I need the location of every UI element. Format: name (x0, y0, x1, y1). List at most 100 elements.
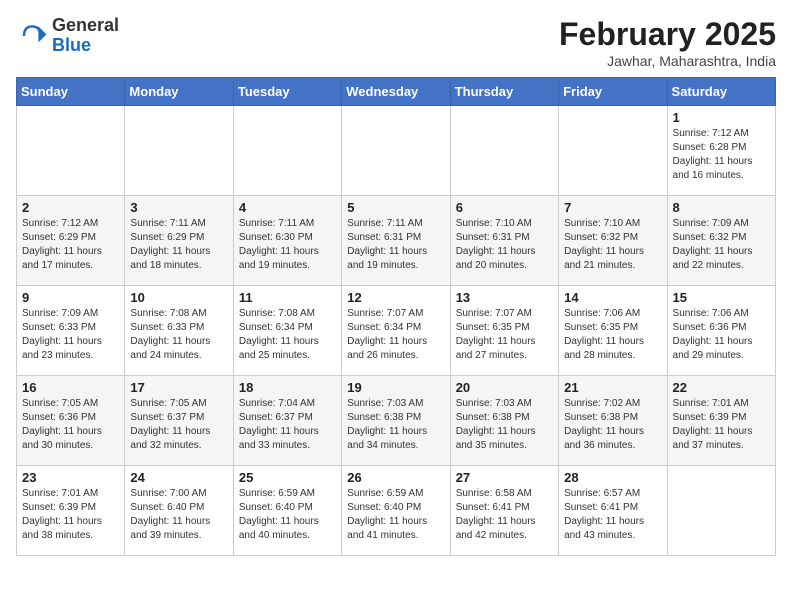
day-number: 4 (239, 200, 336, 215)
day-number: 28 (564, 470, 661, 485)
calendar-week-row: 9 Sunrise: 7:09 AM Sunset: 6:33 PM Daylig… (17, 286, 776, 376)
day-info: Sunrise: 7:11 AM Sunset: 6:31 PM Dayligh… (347, 217, 444, 273)
calendar-cell: 27Sunrise: 6:58 AM Sunset: 6:41 PM Dayli… (450, 466, 558, 556)
logo-blue-text: Blue (52, 35, 91, 55)
day-info: Sunrise: 7:00 AM Sunset: 6:40 PM Dayligh… (130, 487, 227, 543)
day-info: Sunrise: 7:01 AM Sunset: 6:39 PM Dayligh… (22, 487, 119, 543)
day-info: Sunrise: 7:10 AM Sunset: 6:31 PM Dayligh… (456, 217, 553, 273)
calendar-cell: 19 Sunrise: 7:03 AM Sunset: 6:38 PM Dayli… (342, 376, 450, 466)
location-subtitle: Jawhar, Maharashtra, India (559, 53, 776, 69)
calendar-table: SundayMondayTuesdayWednesdayThursdayFrid… (16, 77, 776, 556)
calendar-cell (667, 466, 775, 556)
day-number: 1 (673, 110, 770, 125)
day-header-saturday: Saturday (667, 78, 775, 106)
day-number: 21 (564, 380, 661, 395)
calendar-cell: 12 Sunrise: 7:07 AM Sunset: 6:34 PM Dayli… (342, 286, 450, 376)
day-number: 15 (673, 290, 770, 305)
day-info: Sunrise: 7:04 AM Sunset: 6:37 PM Dayligh… (239, 397, 336, 453)
day-number: 26 (347, 470, 444, 485)
day-number: 9 (22, 290, 119, 305)
day-info: Sunrise: 7:09 AM Sunset: 6:33 PM Dayligh… (22, 307, 119, 363)
calendar-cell: 11Sunrise: 7:08 AM Sunset: 6:34 PM Dayli… (233, 286, 341, 376)
calendar-cell (559, 106, 667, 196)
calendar-cell: 20 Sunrise: 7:03 AM Sunset: 6:38 PM Dayli… (450, 376, 558, 466)
day-info: Sunrise: 6:59 AM Sunset: 6:40 PM Dayligh… (239, 487, 336, 543)
day-info: Sunrise: 7:10 AM Sunset: 6:32 PM Dayligh… (564, 217, 661, 273)
day-info: Sunrise: 7:09 AM Sunset: 6:32 PM Dayligh… (673, 217, 770, 273)
calendar-cell: 3 Sunrise: 7:11 AM Sunset: 6:29 PM Daylig… (125, 196, 233, 286)
day-number: 17 (130, 380, 227, 395)
day-info: Sunrise: 7:06 AM Sunset: 6:36 PM Dayligh… (673, 307, 770, 363)
calendar-cell (125, 106, 233, 196)
calendar-cell: 22 Sunrise: 7:01 AM Sunset: 6:39 PM Dayli… (667, 376, 775, 466)
day-info: Sunrise: 7:08 AM Sunset: 6:33 PM Dayligh… (130, 307, 227, 363)
logo: General Blue (16, 16, 119, 56)
calendar-cell: 2 Sunrise: 7:12 AM Sunset: 6:29 PM Daylig… (17, 196, 125, 286)
day-number: 8 (673, 200, 770, 215)
calendar-cell: 13Sunrise: 7:07 AM Sunset: 6:35 PM Dayli… (450, 286, 558, 376)
day-number: 18 (239, 380, 336, 395)
page-header: General Blue February 2025 Jawhar, Mahar… (16, 16, 776, 69)
day-info: Sunrise: 7:05 AM Sunset: 6:37 PM Dayligh… (130, 397, 227, 453)
calendar-cell: 25 Sunrise: 6:59 AM Sunset: 6:40 PM Dayli… (233, 466, 341, 556)
calendar-week-row: 1 Sunrise: 7:12 AM Sunset: 6:28 PM Daylig… (17, 106, 776, 196)
day-header-friday: Friday (559, 78, 667, 106)
day-info: Sunrise: 7:12 AM Sunset: 6:28 PM Dayligh… (673, 127, 770, 183)
day-info: Sunrise: 7:11 AM Sunset: 6:30 PM Dayligh… (239, 217, 336, 273)
calendar-cell (17, 106, 125, 196)
day-info: Sunrise: 7:03 AM Sunset: 6:38 PM Dayligh… (456, 397, 553, 453)
calendar-cell: 8 Sunrise: 7:09 AM Sunset: 6:32 PM Daylig… (667, 196, 775, 286)
day-number: 12 (347, 290, 444, 305)
calendar-cell: 16 Sunrise: 7:05 AM Sunset: 6:36 PM Dayli… (17, 376, 125, 466)
day-number: 19 (347, 380, 444, 395)
calendar-header-row: SundayMondayTuesdayWednesdayThursdayFrid… (17, 78, 776, 106)
day-info: Sunrise: 7:11 AM Sunset: 6:29 PM Dayligh… (130, 217, 227, 273)
calendar-cell (342, 106, 450, 196)
day-info: Sunrise: 7:03 AM Sunset: 6:38 PM Dayligh… (347, 397, 444, 453)
calendar-week-row: 16 Sunrise: 7:05 AM Sunset: 6:36 PM Dayli… (17, 376, 776, 466)
calendar-cell: 10 Sunrise: 7:08 AM Sunset: 6:33 PM Dayli… (125, 286, 233, 376)
calendar-cell: 26 Sunrise: 6:59 AM Sunset: 6:40 PM Dayli… (342, 466, 450, 556)
title-section: February 2025 Jawhar, Maharashtra, India (559, 16, 776, 69)
calendar-cell: 18 Sunrise: 7:04 AM Sunset: 6:37 PM Dayli… (233, 376, 341, 466)
calendar-week-row: 2 Sunrise: 7:12 AM Sunset: 6:29 PM Daylig… (17, 196, 776, 286)
calendar-cell: 23 Sunrise: 7:01 AM Sunset: 6:39 PM Dayli… (17, 466, 125, 556)
calendar-cell: 1 Sunrise: 7:12 AM Sunset: 6:28 PM Daylig… (667, 106, 775, 196)
day-number: 24 (130, 470, 227, 485)
day-number: 23 (22, 470, 119, 485)
day-header-thursday: Thursday (450, 78, 558, 106)
day-header-tuesday: Tuesday (233, 78, 341, 106)
calendar-cell: 4 Sunrise: 7:11 AM Sunset: 6:30 PM Daylig… (233, 196, 341, 286)
day-number: 25 (239, 470, 336, 485)
calendar-cell: 24 Sunrise: 7:00 AM Sunset: 6:40 PM Dayli… (125, 466, 233, 556)
day-number: 7 (564, 200, 661, 215)
calendar-cell: 21 Sunrise: 7:02 AM Sunset: 6:38 PM Dayli… (559, 376, 667, 466)
day-info: Sunrise: 7:12 AM Sunset: 6:29 PM Dayligh… (22, 217, 119, 273)
day-info: Sunrise: 7:02 AM Sunset: 6:38 PM Dayligh… (564, 397, 661, 453)
calendar-cell (450, 106, 558, 196)
day-info: Sunrise: 7:08 AM Sunset: 6:34 PM Dayligh… (239, 307, 336, 363)
calendar-cell (233, 106, 341, 196)
day-info: Sunrise: 7:07 AM Sunset: 6:34 PM Dayligh… (347, 307, 444, 363)
day-info: Sunrise: 6:59 AM Sunset: 6:40 PM Dayligh… (347, 487, 444, 543)
calendar-week-row: 23 Sunrise: 7:01 AM Sunset: 6:39 PM Dayli… (17, 466, 776, 556)
day-number: 3 (130, 200, 227, 215)
day-info: Sunrise: 7:07 AM Sunset: 6:35 PM Dayligh… (456, 307, 553, 363)
day-header-wednesday: Wednesday (342, 78, 450, 106)
day-number: 22 (673, 380, 770, 395)
calendar-cell: 28 Sunrise: 6:57 AM Sunset: 6:41 PM Dayli… (559, 466, 667, 556)
logo-icon (16, 20, 48, 52)
day-number: 2 (22, 200, 119, 215)
calendar-cell: 15 Sunrise: 7:06 AM Sunset: 6:36 PM Dayli… (667, 286, 775, 376)
day-number: 10 (130, 290, 227, 305)
day-number: 16 (22, 380, 119, 395)
calendar-cell: 6Sunrise: 7:10 AM Sunset: 6:31 PM Daylig… (450, 196, 558, 286)
calendar-cell: 17 Sunrise: 7:05 AM Sunset: 6:37 PM Dayli… (125, 376, 233, 466)
day-info: Sunrise: 7:05 AM Sunset: 6:36 PM Dayligh… (22, 397, 119, 453)
day-info: Sunrise: 6:57 AM Sunset: 6:41 PM Dayligh… (564, 487, 661, 543)
day-header-sunday: Sunday (17, 78, 125, 106)
day-number: 27 (456, 470, 553, 485)
logo-general-text: General (52, 15, 119, 35)
day-info: Sunrise: 7:01 AM Sunset: 6:39 PM Dayligh… (673, 397, 770, 453)
day-number: 20 (456, 380, 553, 395)
